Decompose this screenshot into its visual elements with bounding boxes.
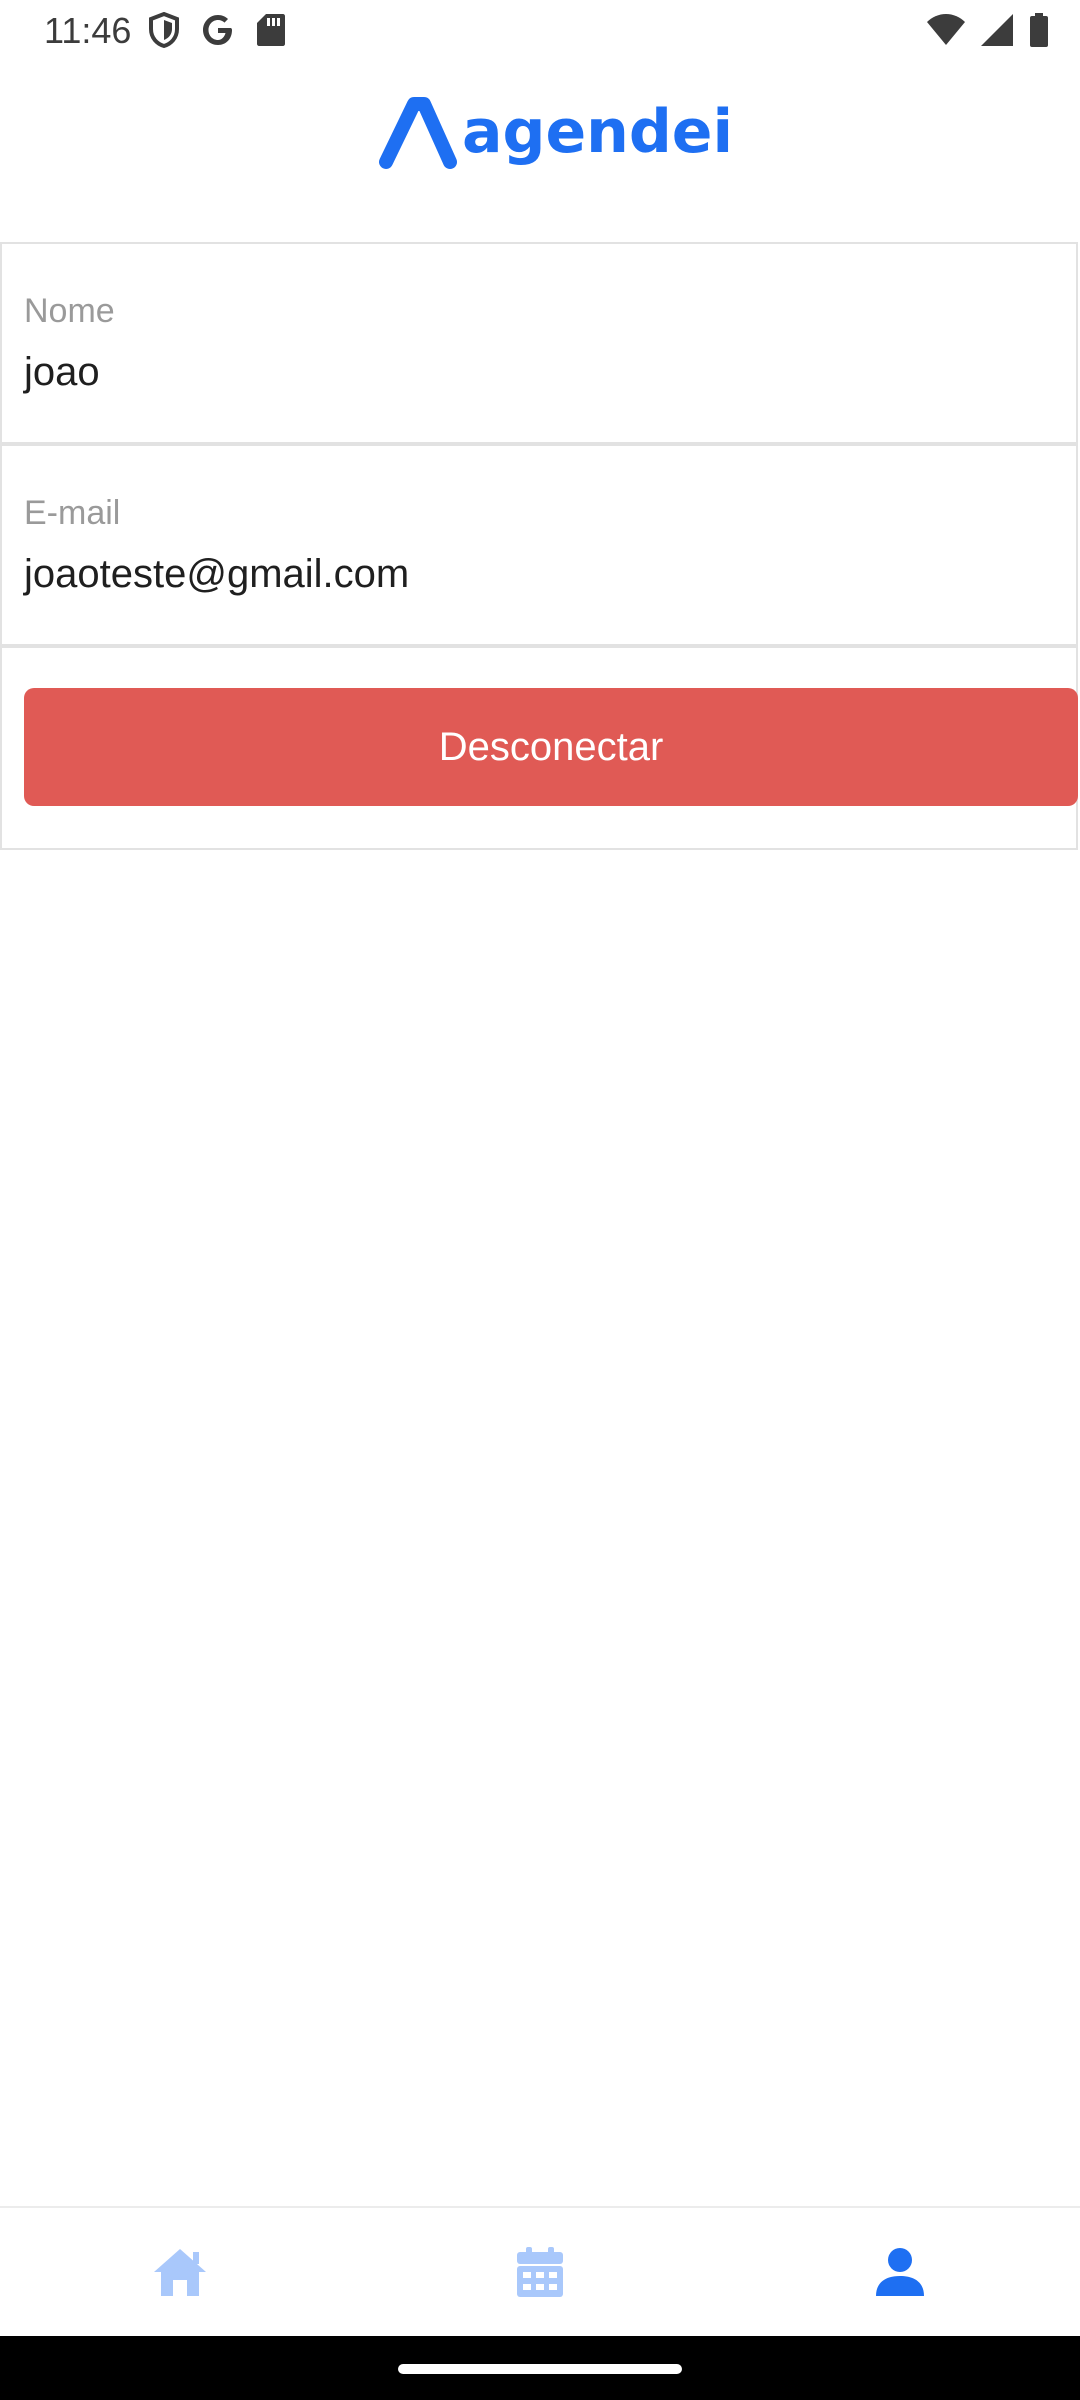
- battery-icon: [1028, 12, 1050, 53]
- wifi-icon: [926, 13, 966, 52]
- status-time: 11:46: [44, 10, 132, 51]
- status-bar: 11:46: [0, 0, 1080, 62]
- shield-icon: [148, 11, 180, 53]
- logo-text: agendei: [462, 97, 734, 167]
- nav-home[interactable]: [0, 2208, 360, 2336]
- name-field: Nome joao: [0, 242, 1078, 444]
- logout-button[interactable]: Desconectar: [24, 688, 1078, 806]
- sd-card-icon: [256, 12, 286, 53]
- name-value: joao: [24, 350, 100, 394]
- calendar-icon: [517, 2247, 563, 2297]
- logout-section: Desconectar: [0, 646, 1078, 850]
- bottom-nav: [0, 2206, 1080, 2336]
- app-header: agendei: [0, 62, 1080, 242]
- email-label: E-mail: [24, 494, 121, 532]
- name-label: Nome: [24, 292, 115, 330]
- user-icon: [876, 2248, 924, 2296]
- email-value: joaoteste@gmail.com: [24, 552, 410, 596]
- logo-mark-icon: [379, 97, 457, 169]
- nav-calendar[interactable]: [360, 2208, 720, 2336]
- home-icon: [154, 2249, 206, 2296]
- status-icons-right: [926, 12, 1050, 53]
- profile-screen: 11:46 agendei Nome joao E-mail joaoteste…: [0, 0, 1080, 2400]
- home-gesture-handle[interactable]: [398, 2364, 682, 2374]
- signal-icon: [980, 13, 1014, 52]
- app-logo: agendei: [378, 92, 733, 172]
- nav-profile[interactable]: [720, 2208, 1080, 2336]
- status-icons-left: [148, 11, 286, 53]
- gesture-bar: [0, 2336, 1080, 2400]
- google-icon: [200, 12, 236, 53]
- email-field: E-mail joaoteste@gmail.com: [0, 444, 1078, 646]
